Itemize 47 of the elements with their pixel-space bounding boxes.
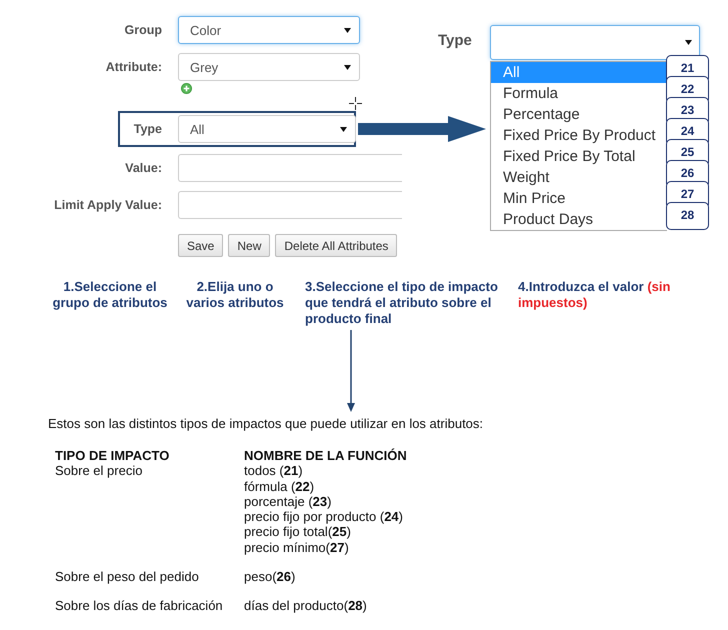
dropdown-option[interactable]: Percentage bbox=[491, 104, 667, 125]
function-name: porcentaje (23) bbox=[244, 494, 332, 510]
column-header: TIPO DE IMPACTO bbox=[55, 448, 170, 464]
function-name: precio fijo por producto (24) bbox=[244, 509, 404, 524]
intro-text: Estos son las distintos tipos de impactos que puede utilizar en los atributos: bbox=[48, 416, 484, 432]
field-label: Group bbox=[124, 23, 162, 37]
dropdown-option[interactable]: Formula bbox=[491, 83, 667, 104]
field-label: Limit Apply Value: bbox=[53, 198, 162, 212]
caret-icon bbox=[340, 126, 347, 132]
dropdown-option[interactable]: Weight bbox=[491, 167, 667, 188]
step-text: 4.Introduzca el valor (sin impuestos) bbox=[517, 279, 672, 312]
field-label: Attribute: bbox=[104, 60, 162, 74]
column-header: NOMBRE DE LA FUNCIÓN bbox=[244, 448, 408, 464]
dropdown-option[interactable]: Fixed Price By Total bbox=[491, 146, 667, 167]
crosshair-cursor-icon bbox=[349, 97, 362, 110]
function-name: días del producto(28) bbox=[244, 598, 368, 614]
caret-icon bbox=[344, 28, 351, 32]
dropdown-field[interactable]: All bbox=[178, 115, 356, 143]
dropdown-option[interactable]: Product Days bbox=[491, 209, 667, 230]
field-label: Type bbox=[132, 122, 162, 136]
dropdown-field[interactable]: Color bbox=[178, 16, 360, 44]
impact-type: Sobre el precio bbox=[55, 463, 144, 480]
form-button[interactable]: New bbox=[228, 234, 270, 257]
field-label: Type bbox=[438, 32, 473, 49]
form-button[interactable]: Delete All Attributes bbox=[275, 234, 398, 257]
function-name: precio fijo total(25) bbox=[244, 524, 352, 540]
impact-type: Sobre el peso del pedido bbox=[55, 569, 200, 584]
dropdown-option[interactable]: Min Price bbox=[491, 188, 667, 209]
function-name: todos (21) bbox=[244, 463, 304, 479]
function-name: precio mínimo(27) bbox=[244, 540, 350, 556]
number-badge: 28 bbox=[666, 202, 709, 230]
dropdown-field[interactable] bbox=[490, 25, 700, 60]
caret-icon bbox=[344, 64, 351, 70]
text-input[interactable] bbox=[178, 154, 402, 182]
dropdown-field[interactable]: Grey bbox=[178, 53, 360, 81]
step-text: 1.Seleccione el grupo de atributos bbox=[52, 279, 168, 312]
dropdown-option[interactable]: Fixed Price By Product bbox=[491, 125, 667, 146]
caret-icon bbox=[685, 40, 692, 45]
step-text: 2.Elija uno o varios atributos bbox=[185, 279, 285, 312]
form-button[interactable]: Save bbox=[178, 234, 224, 257]
impact-type: Sobre los días de fabricación bbox=[55, 598, 224, 614]
function-name: peso(26) bbox=[244, 569, 296, 584]
field-label: Value: bbox=[124, 161, 162, 175]
text-input[interactable] bbox=[178, 191, 402, 219]
function-name: fórmula (22) bbox=[244, 478, 316, 494]
add-icon[interactable] bbox=[180, 83, 193, 94]
step-text: 3.Seleccione el tipo de impacto que tendrá el atributo sobre el producto final bbox=[304, 279, 499, 327]
